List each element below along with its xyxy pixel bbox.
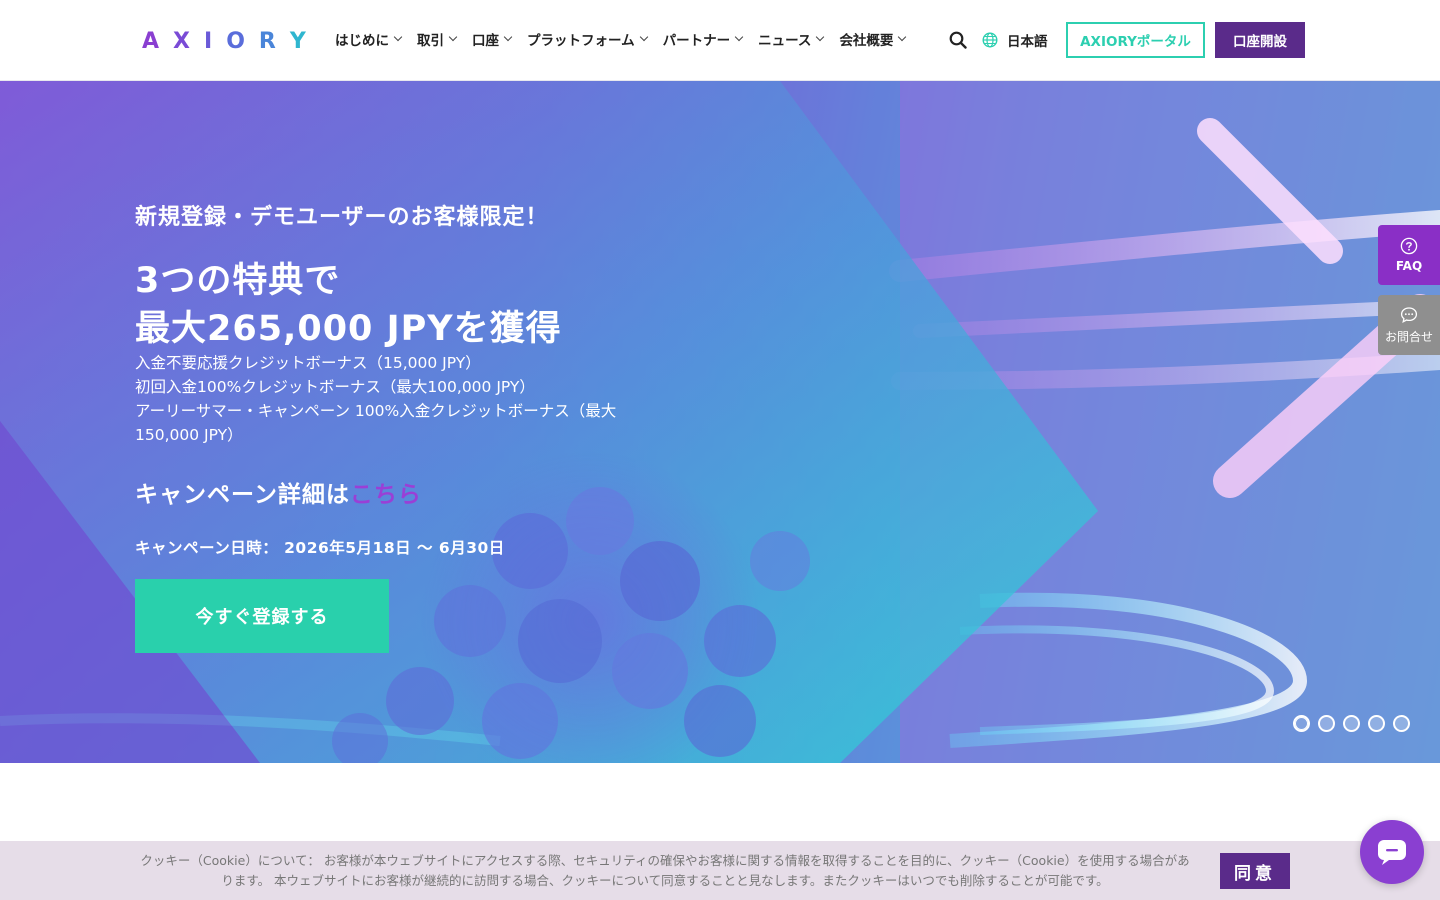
contact-side-button[interactable]: お問合せ [1378, 295, 1440, 355]
chevron-down-icon [639, 32, 648, 42]
hero-title: 3つの特典で 最大265,000 JPYを獲得 [135, 257, 562, 353]
chevron-down-icon [448, 32, 458, 42]
nav-item-accounts[interactable]: 口座 [472, 29, 513, 49]
campaign-detail-link[interactable]: こちら [350, 482, 422, 508]
hero-banner: 新規登録・デモユーザーのお客様限定！ 3つの特典で 最大265,000 JPYを… [0, 81, 1440, 763]
axiory-logo[interactable]: AXIORY [142, 29, 320, 54]
chevron-down-icon [898, 32, 907, 42]
chat-launcher-button[interactable] [1360, 820, 1424, 884]
hero-title-line2: 最大265,000 JPYを獲得 [135, 309, 562, 349]
carousel-pagination [1293, 715, 1410, 732]
chevron-down-icon [816, 32, 825, 42]
agree-button[interactable]: 同意 [1220, 853, 1290, 889]
carousel-dot-5[interactable] [1393, 715, 1410, 732]
bonus-item: 初回入金100%クレジットボーナス（最大100,000 JPY） [135, 378, 535, 396]
hero-title-line1: 3つの特典で [135, 261, 341, 301]
nav-item-news[interactable]: ニュース [758, 29, 825, 49]
nav-item-trading[interactable]: 取引 [417, 29, 458, 49]
site-header: AXIORY はじめに 取引 口座 プラットフォーム パートナー ニュース 会社… [0, 0, 1440, 81]
campaign-date: キャンペーン日時： 2026年5月18日 〜 6月30日 [135, 539, 505, 557]
faq-side-button[interactable]: FAQ [1378, 225, 1440, 285]
bonus-item: アーリーサマー・キャンペーン 100%入金クレジットボーナス（最大150,000… [135, 402, 617, 444]
cookie-text: クッキー（Cookie）について： お客様が本ウェブサイトにアクセスする際、セキ… [140, 853, 1190, 888]
carousel-dot-2[interactable] [1318, 715, 1335, 732]
portal-button[interactable]: AXIORYポータル [1066, 22, 1205, 58]
carousel-dot-3[interactable] [1343, 715, 1360, 732]
register-now-button[interactable]: 今すぐ登録する [135, 579, 389, 653]
chevron-down-icon [503, 32, 513, 42]
language-label: 日本語 [1007, 34, 1048, 50]
bonus-item: 入金不要応援クレジットボーナス（15,000 JPY） [135, 354, 481, 372]
campaign-detail-label: キャンペーン詳細は [135, 482, 350, 508]
nav-item-platform[interactable]: プラットフォーム [527, 29, 648, 49]
bonus-list: 入金不要応援クレジットボーナス（15,000 JPY） 初回入金100%クレジッ… [135, 351, 665, 447]
question-circle-icon [1400, 237, 1418, 255]
chat-bubble-icon [1400, 306, 1418, 323]
open-account-button[interactable]: 口座開設 [1215, 22, 1305, 58]
contact-label: お問合せ [1384, 329, 1433, 344]
cookie-banner: クッキー（Cookie）について： お客様が本ウェブサイトにアクセスする際、セキ… [0, 841, 1440, 900]
campaign-detail: キャンペーン詳細はこちら [135, 475, 422, 509]
globe-icon [982, 32, 998, 48]
chevron-down-icon [393, 32, 403, 42]
carousel-dot-4[interactable] [1368, 715, 1385, 732]
nav-item-getting-started[interactable]: はじめに [335, 29, 403, 49]
nav-item-partner[interactable]: パートナー [663, 29, 744, 49]
search-icon[interactable] [949, 31, 967, 49]
chat-icon [1378, 840, 1406, 865]
chevron-down-icon [734, 32, 744, 42]
faq-label: FAQ [1395, 259, 1423, 273]
language-selector[interactable]: 日本語 [982, 30, 1048, 50]
main-nav: はじめに 取引 口座 プラットフォーム パートナー ニュース 会社概要 [335, 28, 921, 50]
carousel-dot-1[interactable] [1293, 715, 1310, 732]
nav-item-company[interactable]: 会社概要 [839, 29, 907, 49]
hero-subtitle: 新規登録・デモユーザーのお客様限定！ [135, 205, 549, 230]
